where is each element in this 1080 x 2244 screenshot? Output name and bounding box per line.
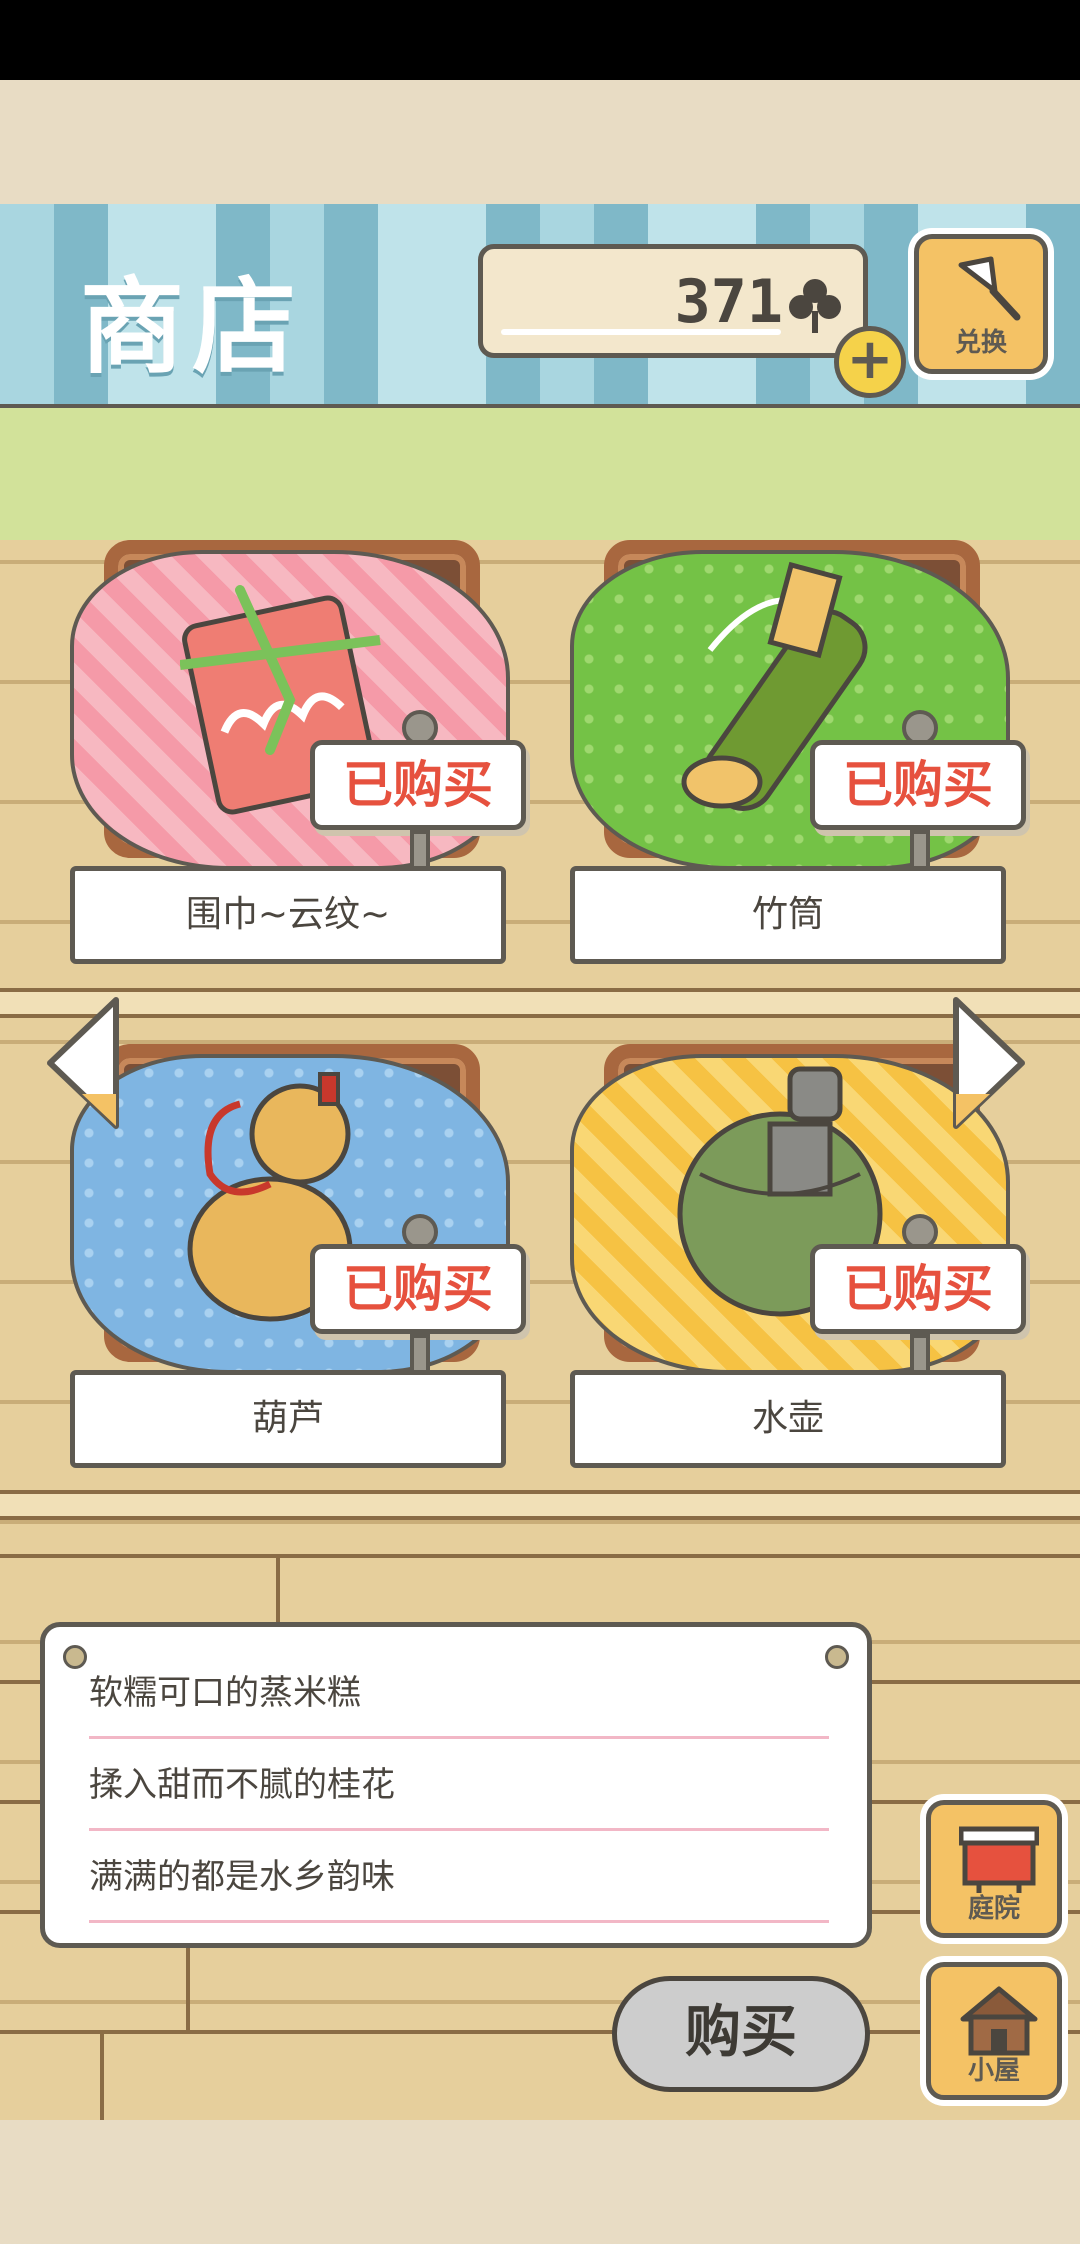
item-name: 葫芦 (70, 1370, 506, 1468)
shop-item-scarf[interactable]: 已购买 围巾~云纹~ (70, 540, 526, 964)
house-icon (960, 1986, 1038, 2056)
item-name: 竹筒 (570, 866, 1006, 964)
item-name: 围巾~云纹~ (70, 866, 506, 964)
house-label: 小屋 (967, 2056, 1020, 2086)
shop-item-bamboo-tube[interactable]: 已购买 竹筒 (570, 540, 1026, 964)
pin-dot (63, 1645, 87, 1669)
purchased-badge: 已购买 (810, 740, 1026, 830)
exchange-label: 兑换 (954, 328, 1007, 358)
description-line: 软糯可口的蒸米糕 (89, 1647, 829, 1739)
purchased-badge: 已购买 (810, 1244, 1026, 1334)
clover-balance: 371 (478, 244, 868, 358)
right-arrow-icon[interactable] (946, 994, 1030, 1132)
clover-count: 371 (674, 267, 783, 337)
bottom-margin (0, 2120, 1080, 2244)
yard-icon (959, 1826, 1039, 1893)
description-line: 满满的都是水乡韵味 (89, 1831, 829, 1923)
purchased-badge: 已购买 (310, 1244, 526, 1334)
left-arrow-icon[interactable] (42, 994, 126, 1132)
shelf-divider (0, 1490, 1080, 1520)
status-bar (0, 0, 1080, 80)
item-description: 软糯可口的蒸米糕 揉入甜而不腻的桂花 满满的都是水乡韵味 (40, 1622, 872, 1948)
shop-header: 商店 371 + 兑换 (0, 204, 1080, 408)
description-line: 揉入甜而不腻的桂花 (89, 1739, 829, 1831)
page-title: 商店 (80, 266, 305, 388)
yard-button[interactable]: 庭院 (926, 1800, 1062, 1938)
board-seam (0, 2030, 1080, 2034)
top-margin (0, 80, 1080, 204)
item-name: 水壶 (570, 1370, 1006, 1468)
shop-item-gourd[interactable]: 已购买 葫芦 (70, 1044, 526, 1468)
green-band (0, 408, 1080, 558)
purchased-badge: 已购买 (310, 740, 526, 830)
board-seam (100, 2030, 104, 2120)
board-seam (0, 1554, 1080, 1558)
clover-icon (789, 279, 841, 333)
yard-label: 庭院 (967, 1894, 1020, 1924)
buy-button[interactable]: 购买 (612, 1976, 870, 2092)
bell-icon (958, 256, 1021, 321)
shop-item-canteen[interactable]: 已购买 水壶 (570, 1044, 1026, 1468)
shelf-divider (0, 988, 1080, 1018)
add-clover-button[interactable]: + (834, 326, 906, 398)
exchange-button[interactable]: 兑换 (914, 234, 1048, 374)
house-button[interactable]: 小屋 (926, 1962, 1062, 2100)
